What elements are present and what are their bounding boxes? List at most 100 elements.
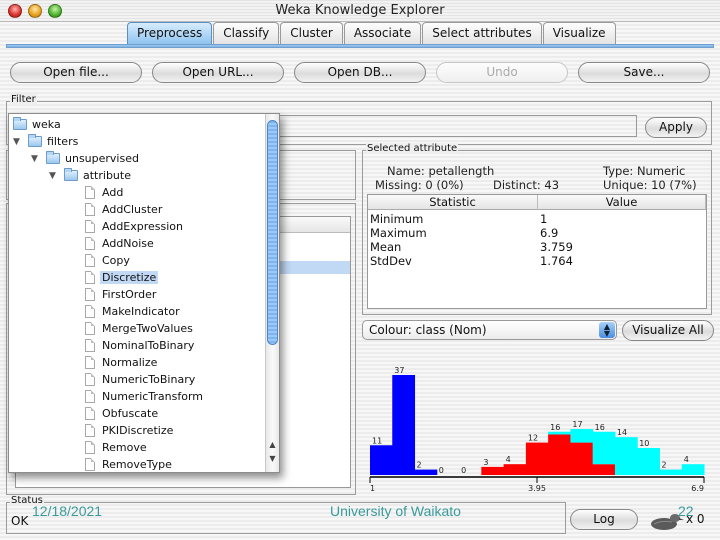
tree-node-weka[interactable]: weka [13,116,61,133]
stat-value-cell: 1.764 [540,254,573,268]
tree-scrollbar[interactable]: ▲ ▼ [265,114,279,472]
document-icon [85,271,95,284]
scroll-up-arrow-icon[interactable]: ▲ [268,440,277,449]
tree-leaf-label: Add [102,186,124,199]
tree-leaf-firstorder[interactable]: FirstOrder [85,286,156,303]
tree-leaf-remove[interactable]: Remove [85,439,147,456]
tree-leaf-label: Obfuscate [102,407,159,420]
tree-leaf-numerictransform[interactable]: NumericTransform [85,388,203,405]
filter-label: Filter [10,94,37,105]
colour-class-select[interactable]: Colour: class (Nom) ▲ ▼ [362,320,617,340]
tree-leaf-addnoise[interactable]: AddNoise [85,235,154,252]
open-url-button[interactable]: Open URL... [152,62,284,83]
bar-count-label: 11 [372,436,382,445]
tab-preprocess[interactable]: Preprocess [127,22,213,44]
histogram-bar-cyan [592,431,616,465]
filter-tree-popup: weka ▼ filters ▼ unsupervised ▼ attribut… [8,113,280,473]
tree-leaf-label: AddNoise [102,237,154,250]
document-icon [85,254,95,267]
statistics-table: Statistic Value Minimum 1 Maximum 6.9 Mean 3.… [367,194,707,309]
tree-leaf-nominaltobinary[interactable]: NominalToBinary [85,337,194,354]
save-button[interactable]: Save... [578,62,710,83]
histogram-bar-red [503,464,527,475]
disclosure-triangle-icon[interactable]: ▼ [13,137,23,147]
stat-value-cell: 3.759 [540,240,573,254]
open-db-button[interactable]: Open DB... [294,62,426,83]
histogram-chart: 11 37 2 0 0 3 4 12 16 17 16 14 10 2 4 1 3.95 6.9 [369,366,705,493]
histogram-bar-blue [414,469,438,475]
tree-node-filters[interactable]: ▼ filters [13,133,78,150]
document-icon [85,356,95,369]
tree-leaf-label: FirstOrder [102,288,157,301]
selected-attribute-group: Selected attribute Name: petallength Typ… [362,143,712,315]
stat-name-cell: Maximum [370,226,427,240]
tree-node-unsupervised[interactable]: ▼ unsupervised [31,150,139,167]
tree-leaf-label: NumericToBinary [102,373,196,386]
tree-leaf-obfuscate[interactable]: Obfuscate [85,405,158,422]
histogram-bar-cyan [637,447,660,475]
tree-leaf-label: NominalToBinary [102,339,195,352]
tab-select-attributes[interactable]: Select attributes [422,22,542,44]
bar-count-label: 2 [661,461,666,470]
tree-leaf-label: Copy [102,254,130,267]
open-file-button[interactable]: Open file... [10,62,142,83]
tab-bar: Preprocess Classify Cluster Associate Se… [127,22,617,44]
tree-leaf-discretize[interactable]: Discretize [85,269,159,286]
x-tick-label: 6.9 [691,484,704,493]
bar-count-label: 17 [572,420,582,429]
tree-leaf-removetype[interactable]: RemoveType [85,456,172,472]
disclosure-triangle-icon[interactable]: ▼ [31,154,41,164]
tree-leaf-copy[interactable]: Copy [85,252,130,269]
tree-leaf-addcluster[interactable]: AddCluster [85,201,162,218]
bar-count-label: 3 [483,458,488,467]
bar-count-label: 0 [439,466,444,475]
tree-leaf-pkidiscretize[interactable]: PKIDiscretize [85,422,173,439]
tree-node-attribute[interactable]: ▼ attribute [49,167,131,184]
stat-name-cell: Mean [370,240,402,254]
folder-icon [46,151,60,164]
attribute-unique: Unique: 10 (7%) [603,178,697,192]
bar-count-label: 12 [528,434,538,443]
column-header-statistic[interactable]: Statistic [368,195,538,210]
tree-leaf-makeindicator[interactable]: MakeIndicator [85,303,180,320]
log-button[interactable]: Log [570,509,638,530]
document-icon [85,203,95,216]
tab-associate[interactable]: Associate [343,22,422,44]
tree-leaf-add[interactable]: Add [85,184,123,201]
document-icon [85,373,95,386]
attribute-name: Name: petallength [387,164,495,178]
bar-count-label: 4 [684,455,689,464]
tree-leaf-label: MakeIndicator [102,305,180,318]
tab-cluster[interactable]: Cluster [280,22,343,44]
tab-visualize[interactable]: Visualize [542,22,616,44]
histogram-bar-blue [370,445,393,475]
visualize-all-button[interactable]: Visualize All [622,320,714,341]
histogram-panel: 11 37 2 0 0 3 4 12 16 17 16 14 10 2 4 1 3.95 6.9 [362,345,712,495]
column-header-value[interactable]: Value [538,195,706,210]
bar-count-label: 14 [617,428,627,437]
attribute-missing: Missing: 0 (0%) [375,178,464,192]
selected-attribute-label: Selected attribute [366,143,459,154]
tree-leaf-label: RemoveType [102,458,172,471]
tree-leaf-label: Discretize [100,271,159,284]
colour-select-value: Colour: class (Nom) [369,323,487,337]
tab-classify[interactable]: Classify [213,22,280,44]
document-icon [85,220,95,233]
bar-count-label: 4 [506,455,511,464]
apply-button[interactable]: Apply [645,117,707,138]
histogram-bar-blue [392,375,416,475]
tree-leaf-numerictobinary[interactable]: NumericToBinary [85,371,195,388]
disclosure-triangle-icon[interactable]: ▼ [49,171,59,181]
tree-leaf-mergetwovalues[interactable]: MergeTwoValues [85,320,193,337]
folder-icon [28,134,42,147]
scroll-down-arrow-icon[interactable]: ▼ [268,454,277,463]
tree-leaf-normalize[interactable]: Normalize [85,354,157,371]
document-icon [85,186,95,199]
tree-leaf-label: Remove [102,441,147,454]
undo-button[interactable]: Undo [436,62,568,83]
footer-date: 12/18/2021 [32,503,103,519]
select-arrows-icon: ▲ ▼ [599,322,615,338]
tree-leaf-addexpression[interactable]: AddExpression [85,218,183,235]
tree-leaf-label: MergeTwoValues [102,322,193,335]
tree-scrollbar-thumb[interactable] [267,120,278,345]
